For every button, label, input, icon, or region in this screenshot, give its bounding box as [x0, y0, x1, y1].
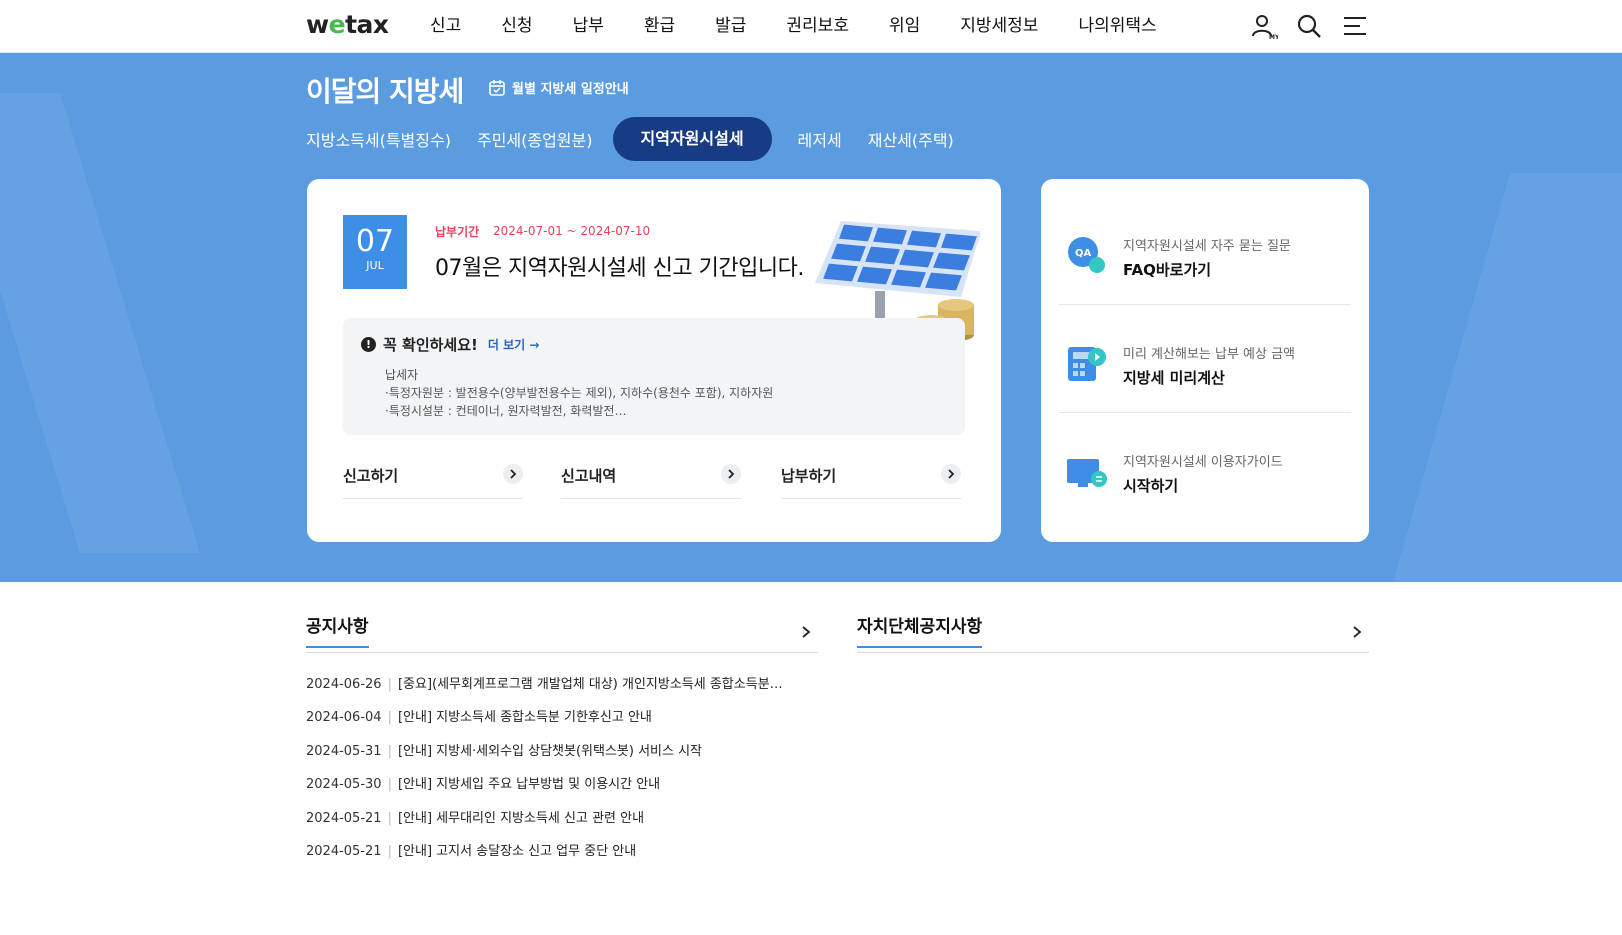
report-history-label: 신고내역	[561, 467, 617, 485]
tab-local-income-tax[interactable]: 지방소득세(특별징수)	[306, 127, 451, 151]
svg-text:QA: QA	[1075, 248, 1092, 259]
local-notice-board-title[interactable]: 자치단체공지사항	[857, 612, 983, 648]
tax-tabs: 지방소득세(특별징수) 주민세(종업원분) 지역자원시설세 레저세 재산세(주택…	[306, 117, 980, 161]
notice-item[interactable]: 2024-06-04 | [안내] 지방소득세 종합소득분 기한후신고 안내	[306, 706, 652, 725]
more-link[interactable]: 더 보기 →	[488, 336, 540, 353]
nav-apply[interactable]: 신청	[501, 0, 532, 53]
separator: |	[387, 744, 392, 759]
notice-date: 2024-05-21	[306, 844, 382, 859]
chevron-right-icon[interactable]	[1351, 626, 1363, 638]
check-notice-box: ! 꼭 확인하세요! 더 보기 → 납세자 ·특정자원분 : 발전용수(양부발전…	[343, 318, 965, 435]
chevron-right-icon	[721, 464, 741, 484]
guide-sub: 지역자원시설세 이용자가이드	[1123, 455, 1283, 470]
report-history-button[interactable]: 신고내역	[561, 459, 741, 499]
board-divider	[857, 652, 1369, 653]
pay-button[interactable]: 납부하기	[781, 459, 961, 499]
separator: |	[387, 710, 392, 725]
menu-icon[interactable]	[1341, 12, 1369, 40]
notice-text: [안내] 지방소득세 종합소득분 기한후신고 안내	[397, 710, 652, 725]
main-nav: 신고 신청 납부 환급 발급 권리보호 위임 지방세정보 나의위택스	[430, 0, 1197, 53]
nav-report[interactable]: 신고	[430, 0, 461, 53]
search-icon[interactable]	[1295, 12, 1323, 40]
more-link-label: 더 보기	[487, 338, 526, 352]
pay-button-label: 납부하기	[781, 467, 837, 485]
notice-board-title[interactable]: 공지사항	[306, 612, 369, 648]
notice-date: 2024-05-30	[306, 777, 382, 792]
separator: |	[387, 777, 392, 792]
chevron-right-icon	[503, 464, 523, 484]
calculator-sub: 미리 계산해보는 납부 예상 금액	[1123, 347, 1296, 362]
notice-text: [중요](세무회계프로그램 개발업체 대상) 개인지방소득세 종합소득분…	[397, 677, 783, 692]
tab-leisure-tax[interactable]: 레저세	[798, 127, 842, 151]
notice-date: 2024-05-31	[306, 744, 382, 759]
board-divider	[306, 652, 818, 653]
calendar-icon	[489, 79, 505, 96]
nav-refund[interactable]: 환급	[644, 0, 675, 53]
tab-regional-resource-tax[interactable]: 지역자원시설세	[612, 117, 772, 161]
notice-text: [안내] 고지서 송달장소 신고 업무 중단 안내	[397, 844, 637, 859]
faq-main: FAQ바로가기	[1123, 261, 1212, 279]
notice-text: [안내] 지방세·세외수입 상담챗봇(위택스봇) 서비스 시작	[397, 744, 703, 759]
chevron-right-icon[interactable]	[800, 626, 812, 638]
monthly-schedule-link[interactable]: 월별 지방세 일정안내	[488, 78, 629, 97]
date-badge: 07 JUL	[343, 215, 407, 289]
notice-text: [안내] 세무대리인 지방소득세 신고 관련 안내	[397, 811, 645, 826]
guide-main: 시작하기	[1123, 477, 1179, 495]
chevron-right-icon	[941, 464, 961, 484]
separator: |	[387, 811, 392, 826]
quick-links-card: QA 지역자원시설세 자주 묻는 질문 FAQ바로가기 미리 계산해보는 납부 …	[1041, 179, 1369, 542]
nav-my-wetax[interactable]: 나의위택스	[1078, 0, 1156, 53]
report-button-label: 신고하기	[343, 467, 399, 485]
notice-item[interactable]: 2024-06-26 | [중요](세무회계프로그램 개발업체 대상) 개인지방소득…	[306, 673, 783, 692]
date-month: JUL	[366, 259, 384, 272]
schedule-link-label: 월별 지방세 일정안내	[512, 82, 629, 97]
background-decoration-right	[1393, 173, 1622, 582]
card-headline: 07월은 지역자원시설세 신고 기간입니다.	[435, 256, 804, 281]
arrow-right-icon: →	[529, 338, 540, 352]
notice-item[interactable]: 2024-05-31 | [안내] 지방세·세외수입 상담챗봇(위택스봇) 서비스 …	[306, 740, 702, 759]
tax-calculator-link[interactable]: 미리 계산해보는 납부 예상 금액 지방세 미리계산	[1059, 305, 1351, 413]
notice-date: 2024-05-21	[306, 811, 382, 826]
tab-property-tax[interactable]: 재산세(주택)	[868, 127, 954, 151]
tax-info-card: 07 JUL 납부기간 2024-07-01 ~ 2024-07-10 07월은…	[307, 179, 1001, 542]
background-decoration	[0, 93, 200, 553]
pay-period-label: 납부기간	[435, 225, 480, 239]
svg-text:MY: MY	[1269, 34, 1278, 40]
tab-resident-tax[interactable]: 주민세(종업원분)	[477, 127, 593, 151]
separator: |	[387, 677, 392, 692]
report-button[interactable]: 신고하기	[343, 459, 523, 499]
user-guide-link[interactable]: 지역자원시설세 이용자가이드 시작하기	[1059, 413, 1351, 521]
check-notice-header: ! 꼭 확인하세요! 더 보기 →	[361, 334, 539, 355]
notice-text: [안내] 지방세입 주요 납부방법 및 이용시간 안내	[397, 777, 661, 792]
pay-period-date: 2024-07-01 ~ 2024-07-10	[493, 224, 651, 238]
nav-pay[interactable]: 납부	[573, 0, 604, 53]
monitor-guide-icon	[1067, 459, 1107, 487]
check-notice-title: 꼭 확인하세요!	[383, 336, 478, 354]
notice-item[interactable]: 2024-05-21 | [안내] 세무대리인 지방소득세 신고 관련 안내	[306, 807, 644, 826]
calculator-main: 지방세 미리계산	[1123, 369, 1225, 387]
notice-line: ·특정시설분 : 컨테이너, 원자력발전, 화력발전…	[385, 404, 627, 418]
wetax-logo[interactable]: wetax	[306, 10, 389, 39]
notice-item[interactable]: 2024-05-30 | [안내] 지방세입 주요 납부방법 및 이용시간 안내	[306, 773, 660, 792]
top-header: wetax 신고 신청 납부 환급 발급 권리보호 위임 지방세정보 나의위택스…	[0, 0, 1622, 53]
separator: |	[387, 844, 392, 859]
notice-date: 2024-06-26	[306, 677, 382, 692]
notice-line: 납세자	[385, 368, 419, 382]
date-day: 07	[355, 224, 395, 259]
notice-item[interactable]: 2024-05-21 | [안내] 고지서 송달장소 신고 업무 중단 안내	[306, 840, 636, 859]
nav-delegate[interactable]: 위임	[889, 0, 920, 53]
nav-issue[interactable]: 발급	[715, 0, 746, 53]
notice-date: 2024-06-04	[306, 710, 382, 725]
nav-rights[interactable]: 권리보호	[786, 0, 849, 53]
faq-sub: 지역자원시설세 자주 묻는 질문	[1123, 239, 1291, 254]
calculator-icon	[1068, 347, 1106, 381]
exclamation-icon: !	[361, 337, 376, 352]
hero-title: 이달의 지방세	[306, 75, 464, 108]
nav-local-tax-info[interactable]: 지방세정보	[960, 0, 1038, 53]
my-user-icon[interactable]: MY	[1250, 12, 1280, 41]
faq-link[interactable]: QA 지역자원시설세 자주 묻는 질문 FAQ바로가기	[1059, 197, 1351, 305]
notice-line: ·특정자원분 : 발전용수(양부발전용수는 제외), 지하수(용천수 포함), …	[385, 386, 774, 400]
qa-icon: QA	[1068, 237, 1105, 273]
